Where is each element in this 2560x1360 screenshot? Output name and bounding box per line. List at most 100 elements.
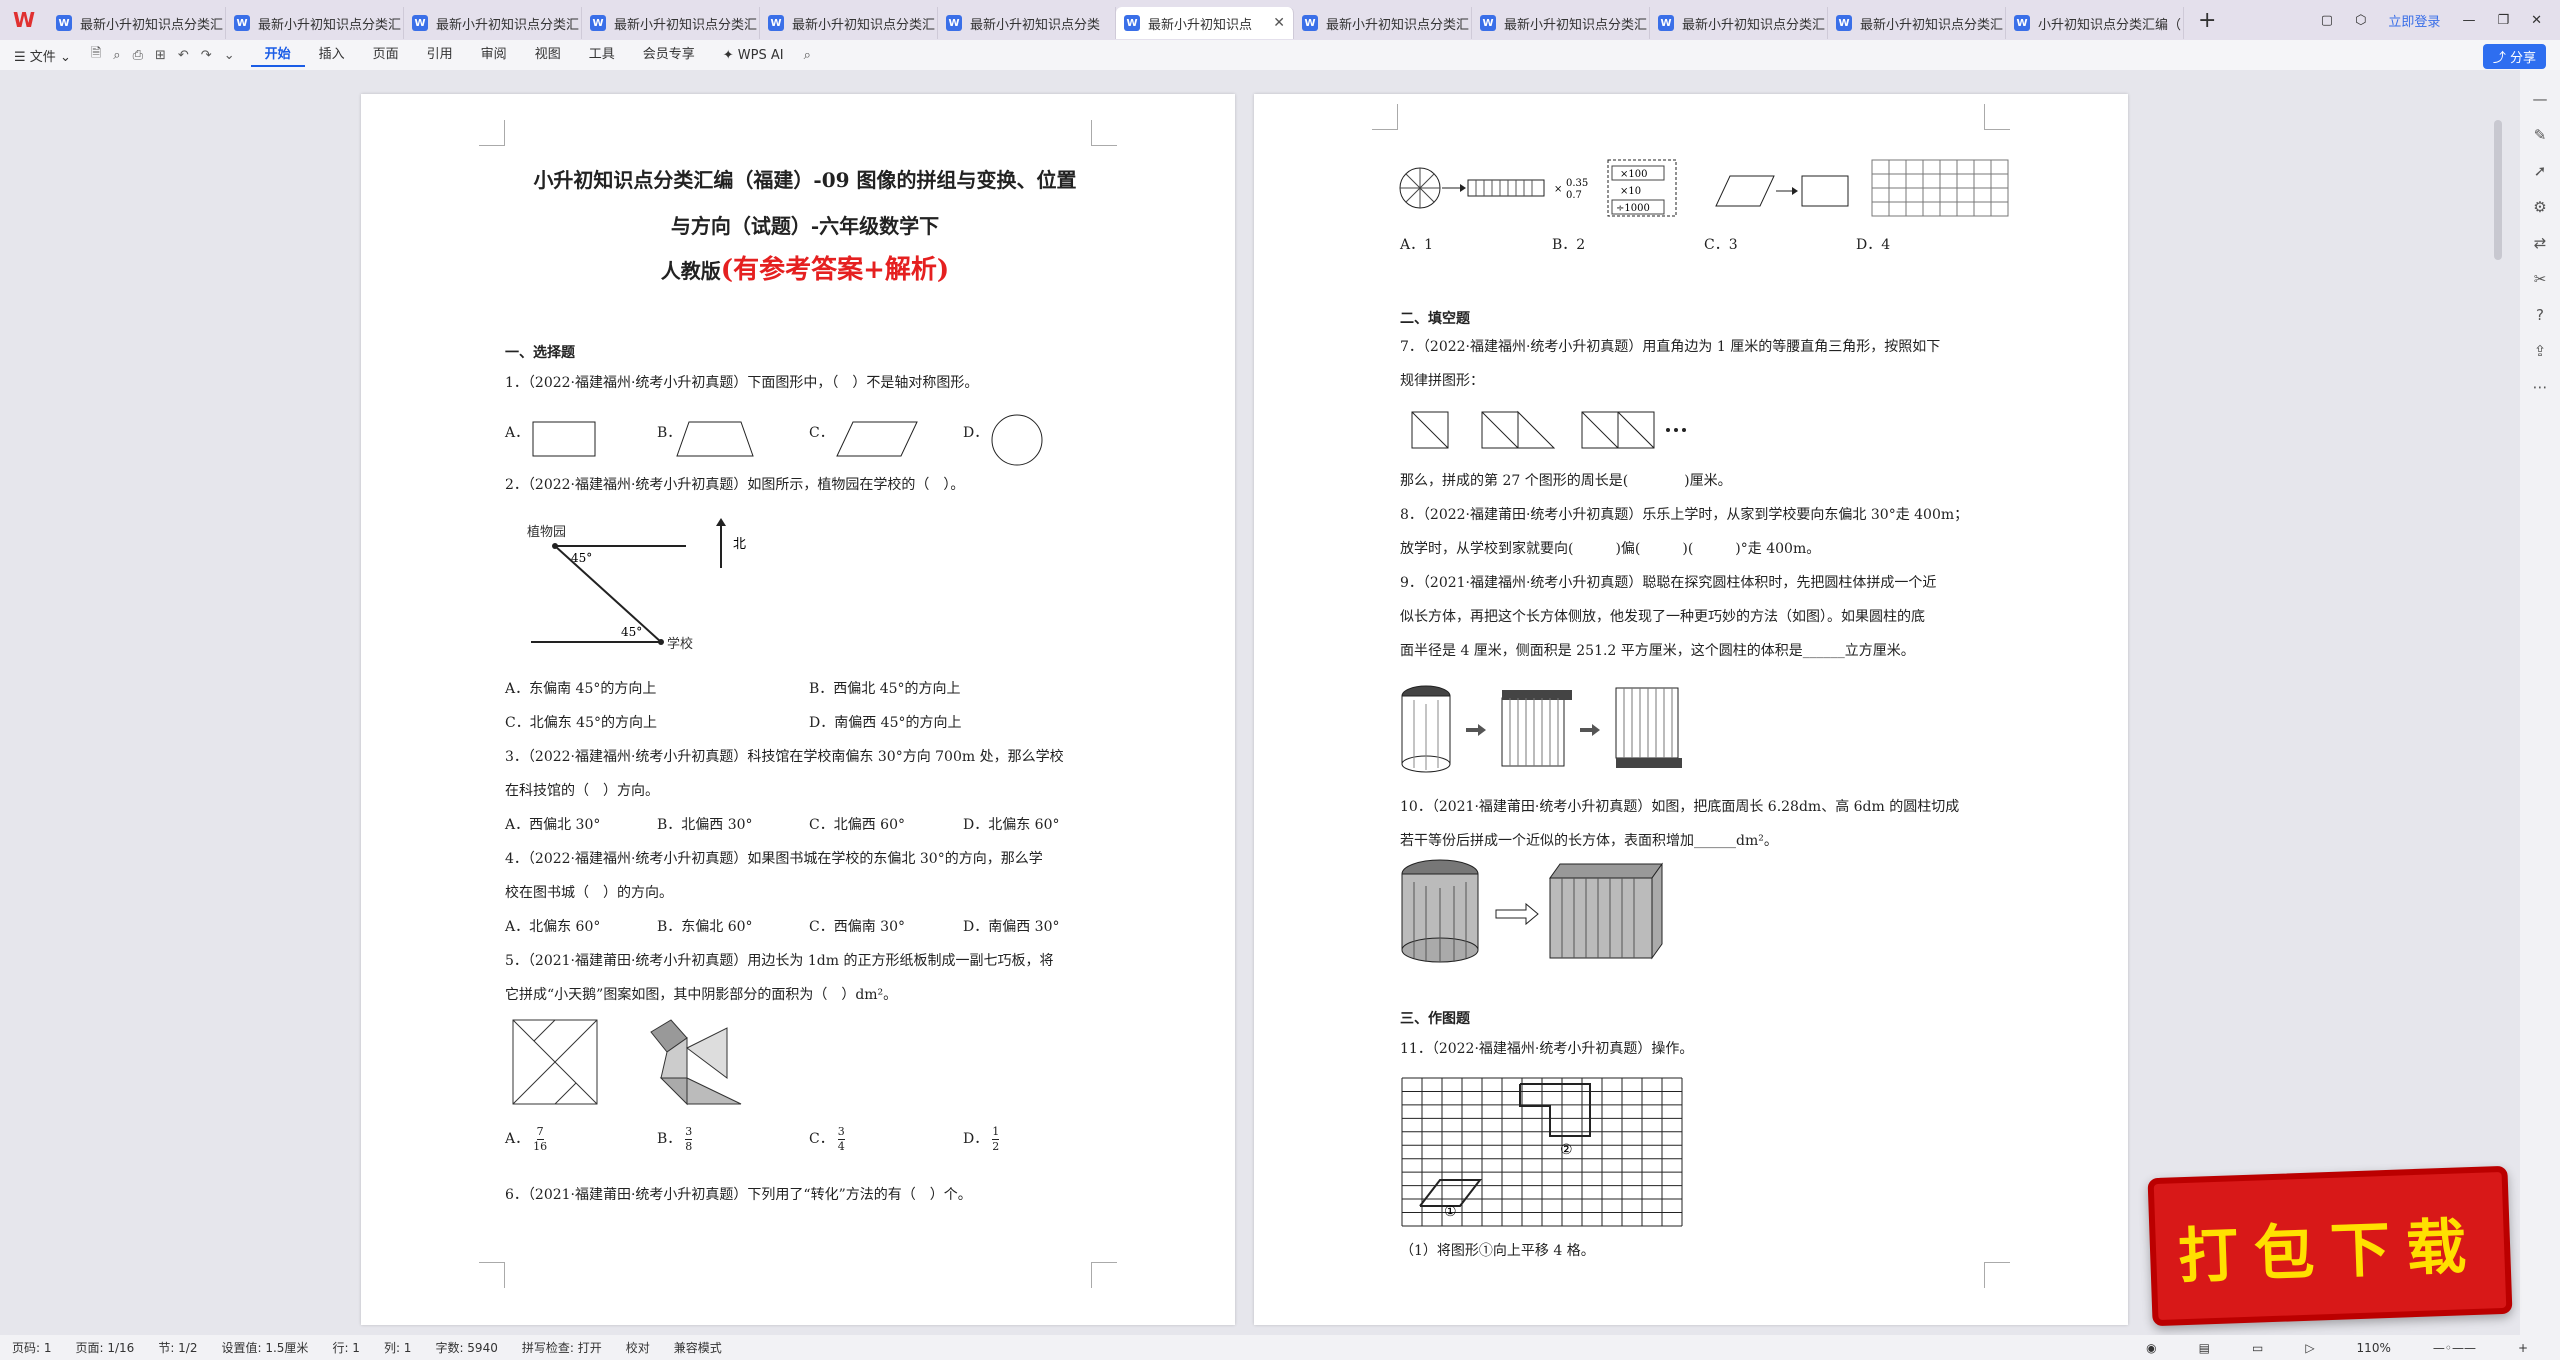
q7-text-2: 规律拼图形： xyxy=(1400,373,1484,389)
status-proof[interactable]: 校对 xyxy=(614,1339,662,1356)
document-workspace[interactable]: 小升初知识点分类汇编（福建）-09 图像的拼组与变换、位置 与方向（试题）-六年… xyxy=(0,70,2520,1335)
page-view-icon[interactable]: ▤ xyxy=(2187,1341,2222,1355)
q4-text-1: 4．（2022·福建福州·统考小升初真题）如果图书城在学校的东偏北 30°的方向… xyxy=(505,851,1043,867)
q10-text-1: 10．（2021·福建莆田·统考小升初真题）如图，把底面周长 6.28dm、高 … xyxy=(1400,799,1960,815)
find-icon[interactable]: ⌕ xyxy=(107,48,126,63)
play-icon[interactable]: ▷ xyxy=(2293,1341,2326,1355)
vertical-scrollbar[interactable] xyxy=(2494,120,2502,260)
q2-text: 2．（2022·福建福州·统考小升初真题）如图所示，植物园在学校的（ ）。 xyxy=(505,477,965,493)
save-icon[interactable]: 🗎 xyxy=(85,44,107,66)
menu-icon[interactable]: ☰ 文件 ⌄ xyxy=(0,46,85,65)
doc-tab[interactable]: W 最新小升初知识点分类汇 xyxy=(1828,7,2006,39)
tab-label: 最新小升初知识点分类汇 xyxy=(1326,17,1470,33)
doc-tab[interactable]: W 最新小升初知识点分类汇 xyxy=(404,7,582,39)
doc-tab[interactable]: W 最新小升初知识点分类汇 xyxy=(1472,7,1650,39)
undo-icon[interactable]: ↶ xyxy=(172,48,195,63)
ribbon-tab[interactable]: 引用 xyxy=(413,43,467,67)
redo-icon[interactable]: ↷ xyxy=(195,48,218,63)
eye-icon[interactable]: ◉ xyxy=(2134,1341,2168,1355)
ribbon-tab[interactable]: 插入 xyxy=(305,43,359,67)
more-icon[interactable]: ⌄ xyxy=(218,48,241,63)
ribbon-tabs: 开始 插入 页面 引用 审阅 视图 工具 会员专享 xyxy=(250,43,709,67)
wps-ai-button[interactable]: ✦ WPS AI xyxy=(709,48,798,63)
status-compat: 兼容模式 xyxy=(673,1341,722,1355)
window-controls: ▢ ⬡ 立即登录 — ❐ ✕ xyxy=(2321,0,2560,40)
pen-icon[interactable]: ✎ xyxy=(2534,126,2547,144)
q9-cylinder-figure xyxy=(1401,685,1682,773)
tangram-figure xyxy=(512,1019,742,1106)
section-choice: 一、选择题 xyxy=(505,345,575,361)
doc-tab[interactable]: W 最新小升初知识点分类汇 xyxy=(1294,7,1472,39)
denominator: 8 xyxy=(685,1139,693,1153)
more-side-icon[interactable]: ⋯ xyxy=(2533,378,2548,396)
login-button[interactable]: 立即登录 xyxy=(2388,11,2440,30)
tools-icon[interactable]: ✂ xyxy=(2534,270,2547,288)
garden-label: 植物园 xyxy=(527,525,566,540)
layout-icon[interactable]: ▢ xyxy=(2321,13,2333,28)
doc-icon: W xyxy=(590,15,606,31)
tab-label: 最新小升初知识点分类汇 xyxy=(614,17,758,33)
status-setting: 设置值: 1.5厘米 xyxy=(221,1341,309,1355)
help-icon[interactable]: ? xyxy=(2536,306,2544,324)
q2-direction-figure: 植物园 45° 45° 北 学校 xyxy=(527,518,746,652)
minimize-icon[interactable]: — xyxy=(2462,13,2475,28)
q10-text-2: 若干等份后拼成一个近似的长方体，表面积增加______dm²。 xyxy=(1400,833,1778,849)
trapezoid-shape xyxy=(676,421,754,457)
download-stamp[interactable]: 打包下载 xyxy=(2147,1165,2513,1327)
doc-tab[interactable]: W 最新小升初知识点分类 xyxy=(938,7,1116,39)
ribbon-tab[interactable]: 工具 xyxy=(575,43,629,67)
wps-ai-label: WPS AI xyxy=(737,47,784,63)
doc-tab[interactable]: W 最新小升初知识点 ✕ xyxy=(1116,7,1294,39)
margin-mark xyxy=(1091,1262,1117,1288)
q5-text-2: 它拼成“小天鹅”图案如图，其中阴影部分的面积为（ ）dm²。 xyxy=(505,987,898,1003)
option-letter: C． xyxy=(809,1131,834,1147)
status-pages[interactable]: 页面: 1/16 xyxy=(64,1339,147,1356)
doc-tab[interactable]: W 最新小升初知识点分类汇 xyxy=(582,7,760,39)
restore-icon[interactable]: ❐ xyxy=(2497,13,2509,28)
close-icon[interactable]: ✕ xyxy=(2531,13,2542,28)
q1-shapes xyxy=(532,414,1043,466)
tab-label: 最新小升初知识点分类汇 xyxy=(1682,17,1826,33)
ribbon-tab[interactable]: 审阅 xyxy=(467,43,521,67)
doc-tab[interactable]: W 最新小升初知识点分类汇 xyxy=(226,7,404,39)
status-spell[interactable]: 拼写检查: 打开 xyxy=(510,1339,614,1356)
q11-text: 11．（2022·福建福州·统考小升初真题）操作。 xyxy=(1400,1041,1694,1057)
zoom-value[interactable]: 110% xyxy=(2345,1341,2403,1355)
select-icon[interactable]: ➚ xyxy=(2534,162,2547,180)
doc-tab[interactable]: W 最新小升初知识点分类汇 xyxy=(760,7,938,39)
q7-triangles-figure xyxy=(1411,410,1686,449)
q4-opt-c: C．西偏南 30° xyxy=(809,919,905,935)
tab-close-icon[interactable]: ✕ xyxy=(1267,15,1285,31)
collapse-icon[interactable]: — xyxy=(2533,90,2548,108)
web-view-icon[interactable]: ▭ xyxy=(2240,1341,2275,1355)
share-button[interactable]: ⤴ 分享 xyxy=(2482,44,2546,69)
doc-tab[interactable]: W 最新小升初知识点分类汇 xyxy=(48,7,226,39)
preview-icon[interactable]: ⊞ xyxy=(149,48,172,63)
share-side-icon[interactable]: ⇪ xyxy=(2534,342,2547,360)
zoom-slider[interactable]: —◦—— xyxy=(2421,1341,2488,1355)
ribbon-tab[interactable]: 会员专享 xyxy=(629,43,709,67)
doc-tab[interactable]: W 最新小升初知识点分类汇 xyxy=(1650,7,1828,39)
status-bar: 页码: 1 页面: 1/16 节: 1/2 设置值: 1.5厘米 行: 1 列:… xyxy=(0,1335,2560,1360)
status-section: 节: 1/2 xyxy=(158,1341,198,1355)
numerator: 1 xyxy=(992,1124,1000,1140)
new-tab-icon[interactable]: + xyxy=(2198,8,2216,33)
settings-icon[interactable]: ⚙ xyxy=(2533,198,2546,216)
q9-text-2: 似长方体，再把这个长方体侧放，他发现了一种更巧妙的方法（如图）。如果圆柱的底 xyxy=(1400,609,1925,625)
zoom-in-icon[interactable]: + xyxy=(2506,1341,2540,1355)
svg-text:①: ① xyxy=(1444,1204,1457,1220)
translate-icon[interactable]: ⇄ xyxy=(2534,234,2547,252)
wps-logo-icon[interactable]: W xyxy=(0,0,48,40)
section-draw: 三、作图题 xyxy=(1400,1011,1470,1027)
ribbon-tab[interactable]: 开始 xyxy=(250,43,305,67)
search-icon[interactable]: ⌕ xyxy=(798,48,817,63)
status-words[interactable]: 字数: 5940 xyxy=(423,1339,509,1356)
numerator: 7 xyxy=(536,1124,544,1140)
box-icon[interactable]: ⬡ xyxy=(2355,13,2366,28)
print-icon[interactable]: ⎙ xyxy=(127,48,149,63)
doc-tab[interactable]: W 小升初知识点分类汇编（ xyxy=(2006,7,2184,39)
file-menu[interactable]: 文件 xyxy=(30,50,56,65)
share-label: 分享 xyxy=(2509,51,2536,66)
ribbon-tab[interactable]: 页面 xyxy=(359,43,413,67)
ribbon-tab[interactable]: 视图 xyxy=(521,43,575,67)
